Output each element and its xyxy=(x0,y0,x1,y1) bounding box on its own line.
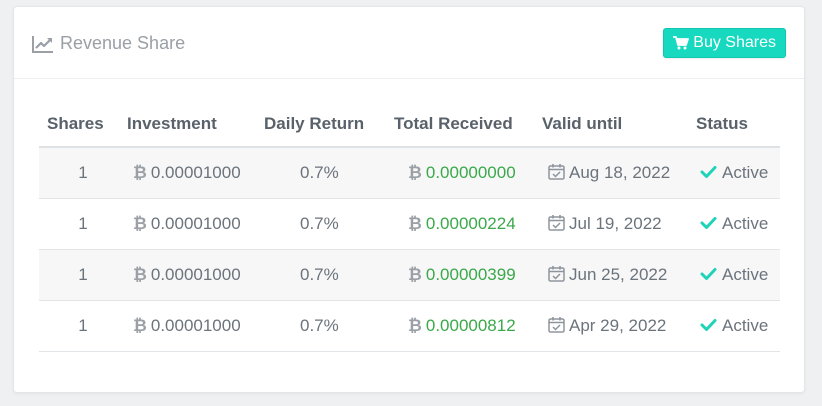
table-header-row: Shares Investment Daily Return Total Rec… xyxy=(39,101,780,148)
daily-return-cell: 0.7% xyxy=(264,300,394,352)
shares-cell: 1 xyxy=(39,198,127,250)
investment-cell: ₿ 0.00001000 xyxy=(127,249,264,301)
calendar-check-icon xyxy=(548,214,565,231)
status-cell: Active xyxy=(696,300,780,352)
valid-until-value: Jun 25, 2022 xyxy=(569,264,668,284)
status-cell: Active xyxy=(696,198,780,250)
revenue-share-panel: Revenue Share Buy Shares Shares Investme… xyxy=(13,6,805,393)
shares-value: 1 xyxy=(78,213,88,233)
status-value: Active xyxy=(722,315,769,335)
valid-until-cell: Aug 18, 2022 xyxy=(542,147,696,199)
column-header-shares: Shares xyxy=(39,101,127,148)
line-chart-icon xyxy=(32,35,53,53)
check-icon xyxy=(700,267,717,280)
panel-title-text: Revenue Share xyxy=(60,33,186,53)
valid-until-cell: Jul 19, 2022 xyxy=(542,198,696,250)
status-cell: Active xyxy=(696,147,780,199)
valid-until-cell: Jun 25, 2022 xyxy=(542,249,696,301)
daily-return-value: 0.7% xyxy=(300,264,339,284)
bitcoin-icon: ₿ xyxy=(133,264,147,284)
column-header-valid-until: Valid until xyxy=(542,101,696,148)
table-row: 1 ₿ 0.00001000 0.7% ₿ 0.00000224 Jul 19, 2… xyxy=(39,198,780,250)
status-value: Active xyxy=(722,162,769,182)
shares-cell: 1 xyxy=(39,147,127,199)
shares-cell: 1 xyxy=(39,249,127,301)
calendar-check-icon xyxy=(548,265,565,282)
table-row: 1 ₿ 0.00001000 0.7% ₿ 0.00000399 Jun 25, 2… xyxy=(39,249,780,301)
investment-cell: ₿ 0.00001000 xyxy=(127,147,264,199)
buy-shares-button[interactable]: Buy Shares xyxy=(663,28,786,58)
daily-return-cell: 0.7% xyxy=(264,147,394,199)
status-value: Active xyxy=(722,264,769,284)
total-received-value: 0.00000000 xyxy=(425,162,516,182)
bitcoin-icon: ₿ xyxy=(133,213,147,233)
column-header-daily-return: Daily Return xyxy=(264,101,394,148)
total-received-value: 0.00000224 xyxy=(425,213,516,233)
column-header-total-received: Total Received xyxy=(394,101,542,148)
total-received-cell: ₿ 0.00000224 xyxy=(394,198,542,250)
panel-title: Revenue Share xyxy=(32,33,185,54)
bitcoin-icon: ₿ xyxy=(408,264,422,284)
total-received-cell: ₿ 0.00000812 xyxy=(394,300,542,352)
valid-until-cell: Apr 29, 2022 xyxy=(542,300,696,352)
calendar-check-icon xyxy=(548,316,565,333)
daily-return-cell: 0.7% xyxy=(264,249,394,301)
investment-cell: ₿ 0.00001000 xyxy=(127,198,264,250)
total-received-cell: ₿ 0.00000000 xyxy=(394,147,542,199)
column-header-investment: Investment xyxy=(127,101,264,148)
table-row: 1 ₿ 0.00001000 0.7% ₿ 0.00000812 Apr 29, 2… xyxy=(39,300,780,352)
investment-cell: ₿ 0.00001000 xyxy=(127,300,264,352)
check-icon xyxy=(700,216,717,229)
investment-value: 0.00001000 xyxy=(150,213,241,233)
calendar-check-icon xyxy=(548,163,565,180)
table-row: 1 ₿ 0.00001000 0.7% ₿ 0.00000000 Aug 18, 2… xyxy=(39,147,780,199)
bitcoin-icon: ₿ xyxy=(133,162,147,182)
total-received-value: 0.00000399 xyxy=(425,264,516,284)
status-cell: Active xyxy=(696,249,780,301)
daily-return-value: 0.7% xyxy=(300,162,339,182)
valid-until-value: Apr 29, 2022 xyxy=(569,315,667,335)
daily-return-value: 0.7% xyxy=(300,315,339,335)
valid-until-value: Aug 18, 2022 xyxy=(569,162,671,182)
investment-value: 0.00001000 xyxy=(150,315,241,335)
total-received-cell: ₿ 0.00000399 xyxy=(394,249,542,301)
bitcoin-icon: ₿ xyxy=(408,162,422,182)
daily-return-cell: 0.7% xyxy=(264,198,394,250)
valid-until-value: Jul 19, 2022 xyxy=(569,213,662,233)
bitcoin-icon: ₿ xyxy=(133,315,147,335)
column-header-status: Status xyxy=(696,101,780,148)
shares-cell: 1 xyxy=(39,300,127,352)
panel-header: Revenue Share Buy Shares xyxy=(14,7,804,79)
daily-return-value: 0.7% xyxy=(300,213,339,233)
total-received-value: 0.00000812 xyxy=(425,315,516,335)
shopping-cart-icon xyxy=(673,36,690,50)
investment-value: 0.00001000 xyxy=(150,162,241,182)
buy-shares-label: Buy Shares xyxy=(693,34,776,51)
check-icon xyxy=(700,318,717,331)
bitcoin-icon: ₿ xyxy=(408,213,422,233)
shares-value: 1 xyxy=(78,315,88,335)
bitcoin-icon: ₿ xyxy=(408,315,422,335)
shares-table: Shares Investment Daily Return Total Rec… xyxy=(39,101,780,352)
check-icon xyxy=(700,165,717,178)
status-value: Active xyxy=(722,213,769,233)
investment-value: 0.00001000 xyxy=(150,264,241,284)
shares-value: 1 xyxy=(78,162,88,182)
shares-value: 1 xyxy=(78,264,88,284)
